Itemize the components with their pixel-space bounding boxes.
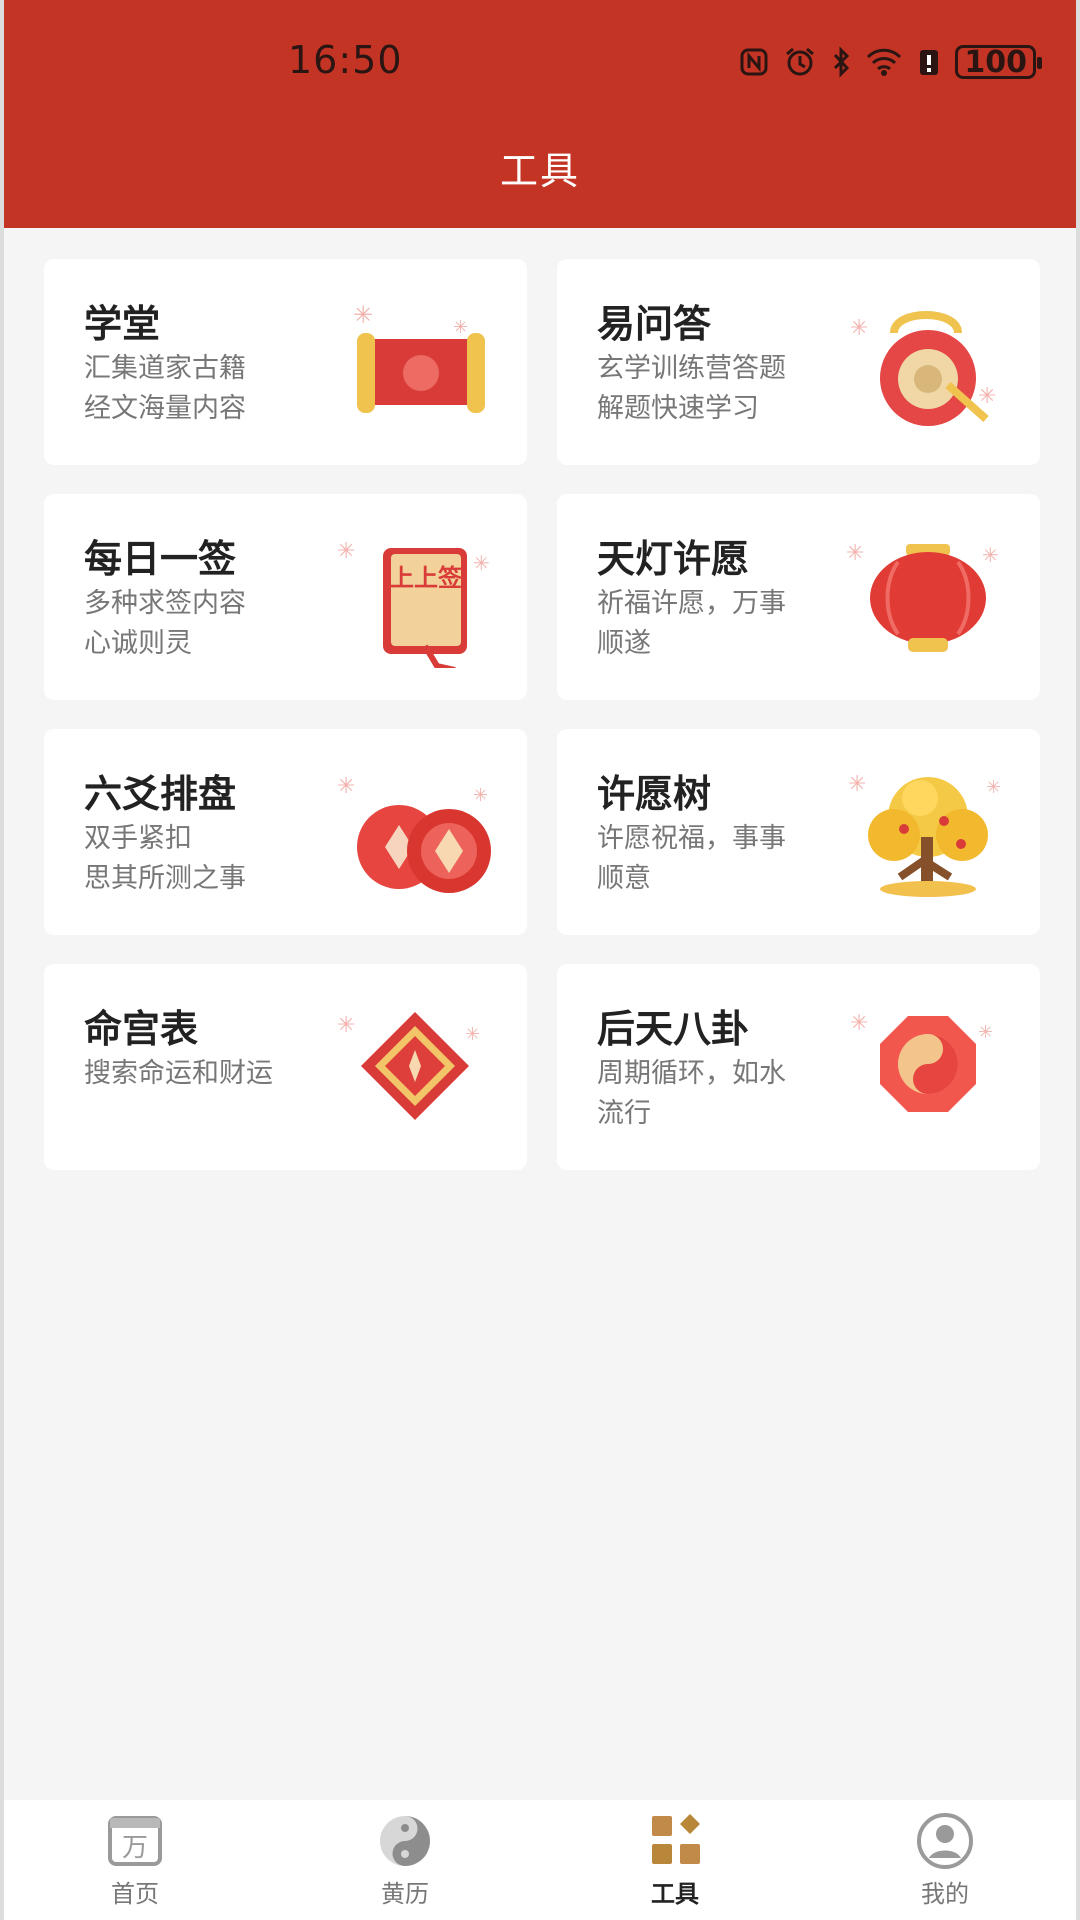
screen-edge (0, 0, 4, 1920)
screen-edge (1076, 0, 1080, 1920)
card-desc-line: 许愿祝福，事事 (597, 823, 786, 854)
tool-card-yiwenda[interactable]: 易问答 玄学训练营答题 解题快速学习 ✳ ✳ (557, 259, 1040, 465)
tool-card-xuetang[interactable]: 学堂 汇集道家古籍 经文海量内容 ✳ ✳ (44, 259, 527, 465)
tab-profile[interactable]: 我的 (855, 1812, 1035, 1909)
calendar-icon: 万 (102, 1812, 168, 1870)
tools-grid-icon (642, 1812, 708, 1870)
card-title: 后天八卦 (597, 1007, 750, 1051)
card-title: 命宫表 (84, 1007, 199, 1051)
svg-text:✳: ✳ (848, 772, 866, 797)
card-title: 每日一签 (84, 537, 237, 581)
tool-card-sky-lantern[interactable]: 天灯许愿 祈福许愿，万事 顺遂 ✳ ✳ (557, 494, 1040, 700)
card-desc: 祈福许愿，万事 顺遂 (597, 584, 847, 664)
card-title: 天灯许愿 (597, 537, 750, 581)
card-desc: 许愿祝福，事事 顺意 (597, 819, 847, 899)
tool-card-minggong[interactable]: 命宫表 搜索命运和财运 ✳ ✳ (44, 964, 527, 1170)
svg-text:✳: ✳ (850, 1011, 868, 1036)
card-desc: 搜索命运和财运 (84, 1054, 334, 1094)
scroll-icon: ✳ ✳ (333, 293, 503, 433)
tool-card-daily-fortune[interactable]: 每日一签 多种求签内容 心诚则灵 ✳ ✳ 上上签 (44, 494, 527, 700)
svg-text:✳: ✳ (473, 785, 488, 806)
card-desc-line: 顺意 (597, 863, 651, 894)
wishing-tree-icon: ✳ ✳ (846, 763, 1016, 903)
tab-label: 工具 (651, 1879, 699, 1908)
wifi-icon (865, 47, 903, 77)
bagua-icon: ✳ ✳ (846, 998, 1016, 1138)
fortune-stick-icon: ✳ ✳ 上上签 (333, 528, 503, 673)
card-desc-line: 汇集道家古籍 (84, 353, 246, 384)
card-desc-line: 搜索命运和财运 (84, 1058, 273, 1089)
card-desc: 双手紧扣 思其所测之事 (84, 819, 334, 899)
lantern-icon: ✳ ✳ (846, 528, 1016, 668)
card-desc-line: 流行 (597, 1098, 651, 1129)
tab-home[interactable]: 万 首页 (45, 1812, 225, 1909)
svg-text:✳: ✳ (850, 316, 868, 341)
svg-text:✳: ✳ (353, 301, 373, 329)
svg-text:✳: ✳ (337, 1013, 355, 1038)
profile-icon (912, 1812, 978, 1870)
tool-card-wishing-tree[interactable]: 许愿树 许愿祝福，事事 顺意 ✳ ✳ (557, 729, 1040, 935)
tool-card-houtian-bagua[interactable]: 后天八卦 周期循环，如水 流行 ✳ ✳ (557, 964, 1040, 1170)
fortune-art-text: 上上签 (390, 564, 463, 592)
battery-alert-icon (917, 46, 941, 78)
card-desc: 周期循环，如水 流行 (597, 1054, 847, 1134)
svg-text:✳: ✳ (978, 1022, 993, 1043)
battery-indicator: 100 (955, 44, 1042, 80)
gong-icon: ✳ ✳ (846, 293, 1016, 433)
svg-text:✳: ✳ (982, 543, 999, 567)
card-desc-line: 周期循环，如水 (597, 1058, 786, 1089)
svg-text:✳: ✳ (846, 541, 864, 566)
calendar-icon-char: 万 (122, 1833, 148, 1863)
svg-text:✳: ✳ (337, 774, 355, 799)
app-header: 16:50 100 工具 (0, 0, 1080, 228)
tools-grid: 学堂 汇集道家古籍 经文海量内容 ✳ ✳ 易问答 玄学训练营答题 解题快速学习 ✳… (44, 259, 1040, 1170)
svg-text:✳: ✳ (986, 777, 1001, 798)
card-title: 易问答 (597, 302, 712, 346)
svg-text:✳: ✳ (465, 1024, 480, 1045)
card-title: 六爻排盘 (84, 772, 237, 816)
card-desc-line: 心诚则灵 (84, 628, 192, 659)
card-desc-line: 思其所测之事 (84, 863, 246, 894)
page-title: 工具 (499, 149, 580, 193)
card-desc: 多种求签内容 心诚则灵 (84, 584, 334, 664)
card-desc-line: 解题快速学习 (597, 393, 759, 424)
svg-text:✳: ✳ (337, 539, 355, 564)
card-desc: 汇集道家古籍 经文海量内容 (84, 349, 334, 429)
tool-card-liuyao[interactable]: 六爻排盘 双手紧扣 思其所测之事 ✳ ✳ (44, 729, 527, 935)
coins-icon: ✳ ✳ (333, 763, 503, 903)
svg-text:✳: ✳ (978, 384, 996, 409)
tab-label: 我的 (921, 1879, 969, 1908)
bottom-tab-bar: 万 首页 黄历 工具 我的 (0, 1800, 1080, 1920)
card-desc-line: 玄学训练营答题 (597, 353, 786, 384)
compass-icon: ✳ ✳ (333, 998, 503, 1138)
card-desc-line: 经文海量内容 (84, 393, 246, 424)
tab-label: 首页 (111, 1879, 159, 1908)
card-title: 许愿树 (597, 772, 712, 816)
svg-text:✳: ✳ (453, 317, 468, 338)
card-title: 学堂 (84, 302, 161, 346)
nfc-icon (739, 47, 769, 77)
status-time: 16:50 (288, 38, 403, 82)
alarm-icon (783, 46, 817, 78)
card-desc-line: 顺遂 (597, 628, 651, 659)
card-desc-line: 多种求签内容 (84, 588, 246, 619)
tab-almanac[interactable]: 黄历 (315, 1812, 495, 1909)
bluetooth-icon (831, 46, 851, 78)
svg-text:✳: ✳ (473, 551, 490, 575)
battery-level: 100 (964, 44, 1027, 80)
tab-label: 黄历 (381, 1879, 429, 1908)
card-desc-line: 双手紧扣 (84, 823, 192, 854)
status-icons: 100 (739, 42, 1042, 82)
card-desc-line: 祈福许愿，万事 (597, 588, 786, 619)
card-desc: 玄学训练营答题 解题快速学习 (597, 349, 847, 429)
tab-tools[interactable]: 工具 (585, 1812, 765, 1909)
yinyang-icon (372, 1812, 438, 1870)
